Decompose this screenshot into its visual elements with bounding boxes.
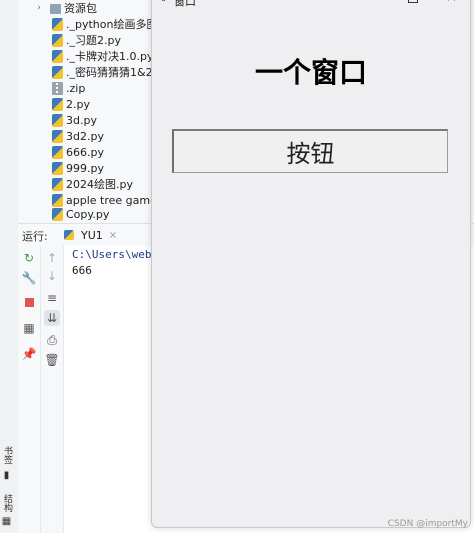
python-file-icon <box>52 113 63 127</box>
tree-item[interactable]: 3d.py <box>52 112 97 128</box>
tree-item-label: ._卡牌对决1.0.py <box>66 50 154 63</box>
tree-item-label: 2.py <box>66 97 90 111</box>
python-file-icon <box>52 193 63 207</box>
maximize-icon[interactable] <box>408 0 418 3</box>
layout-icon[interactable]: ▦ <box>21 320 37 336</box>
close-icon[interactable]: × <box>109 230 117 241</box>
python-file-icon <box>52 97 63 111</box>
wrench-icon[interactable]: 🔧 <box>21 270 37 286</box>
zip-file-icon <box>52 81 63 95</box>
tree-item-label: 3d.py <box>66 113 97 127</box>
tree-item-label: apple tree game.py <box>66 193 158 207</box>
tree-item-label: 资源包 <box>64 2 97 15</box>
rerun-icon[interactable]: ↻ <box>21 250 37 266</box>
tree-item[interactable]: ._习题2.py <box>52 32 121 48</box>
console-line-output: 666 <box>72 264 92 277</box>
python-file-icon <box>52 129 63 143</box>
tree-item[interactable]: 2.py <box>52 96 90 112</box>
run-toolbar-secondary: ↑ ↓ ≡ ⇊ ⎙ 🗑 <box>41 246 64 533</box>
trash-icon[interactable]: 🗑 <box>44 352 60 368</box>
tree-item-label: .zip <box>66 81 86 95</box>
scroll-to-end-icon[interactable]: ⇊ <box>44 310 60 326</box>
tree-item-label: 3d2.py <box>66 129 104 143</box>
project-tree: › 资源包 ._python绘画多图形 ._习题2.py ._卡牌对决1.0.p… <box>18 0 158 222</box>
bookmarks-label[interactable]: 书签 <box>1 446 14 464</box>
tree-item-label: 999.py <box>66 161 104 175</box>
run-label: 运行: <box>22 230 48 243</box>
print-icon[interactable]: ⎙ <box>44 332 60 348</box>
folder-icon <box>50 4 61 14</box>
python-file-icon <box>52 65 63 79</box>
chevron-right-icon[interactable]: › <box>34 3 44 13</box>
python-file-icon <box>52 49 63 63</box>
python-file-icon <box>52 161 63 175</box>
soft-wrap-icon[interactable]: ≡ <box>44 290 60 306</box>
tree-item[interactable]: .zip <box>52 80 85 96</box>
python-icon <box>64 230 74 240</box>
tree-item-folder[interactable]: › 资源包 <box>34 0 97 16</box>
tree-item-label: 666.py <box>66 145 104 159</box>
tree-item[interactable]: Copy.py <box>52 206 109 222</box>
tree-item[interactable]: ._密码猜猜猜1&2.py <box>52 64 158 80</box>
arrow-down-icon[interactable]: ↓ <box>44 268 60 284</box>
structure-label[interactable]: 结构 <box>1 494 14 512</box>
python-file-icon <box>52 33 63 47</box>
tree-item[interactable]: 3d2.py <box>52 128 104 144</box>
stop-icon[interactable] <box>21 294 37 310</box>
tab-label: YU1 <box>81 228 103 242</box>
feather-icon: ✎ <box>158 0 166 5</box>
tree-item-label: ._密码猜猜猜1&2.py <box>66 66 158 79</box>
tk-titlebar[interactable]: ✎ 窗口 × <box>152 0 470 8</box>
tree-item[interactable]: ._python绘画多图形 <box>52 16 158 32</box>
tree-item-label: Copy.py <box>66 207 110 221</box>
tree-item-label: ._python绘画多图形 <box>66 18 158 31</box>
python-file-icon <box>52 17 63 31</box>
console-line-path: C:\Users\web_ <box>72 248 159 261</box>
tree-item[interactable]: ._卡牌对决1.0.py <box>52 48 153 64</box>
bookmark-icon: ▮ <box>1 470 12 481</box>
tree-item-label: ._习题2.py <box>66 34 121 47</box>
watermark: CSDN @importMy <box>387 519 468 529</box>
tab-run-config[interactable]: YU1 × <box>58 224 124 248</box>
tree-item[interactable]: 666.py <box>52 144 104 160</box>
python-file-icon <box>52 177 63 191</box>
tk-window: ✎ 窗口 × 一个窗口 按钮 <box>151 0 471 528</box>
close-icon[interactable]: × <box>446 0 457 5</box>
tree-item[interactable]: 2024绘图.py <box>52 176 133 192</box>
window-title: 窗口 <box>174 0 196 8</box>
run-toolbar-primary: ↻ 🔧 ▦ 📌 <box>18 246 41 533</box>
window-heading: 一个窗口 <box>254 56 367 89</box>
structure-icon: ▦ <box>1 516 12 527</box>
main-button[interactable]: 按钮 <box>172 129 448 173</box>
tree-item-label: 2024绘图.py <box>66 178 133 191</box>
python-file-icon <box>52 207 63 221</box>
left-tool-strip: 书签 ▮ 结构 ▦ <box>0 0 19 533</box>
python-file-icon <box>52 145 63 159</box>
pin-icon[interactable]: 📌 <box>21 346 37 362</box>
tree-item[interactable]: 999.py <box>52 160 104 176</box>
arrow-up-icon[interactable]: ↑ <box>44 250 60 266</box>
